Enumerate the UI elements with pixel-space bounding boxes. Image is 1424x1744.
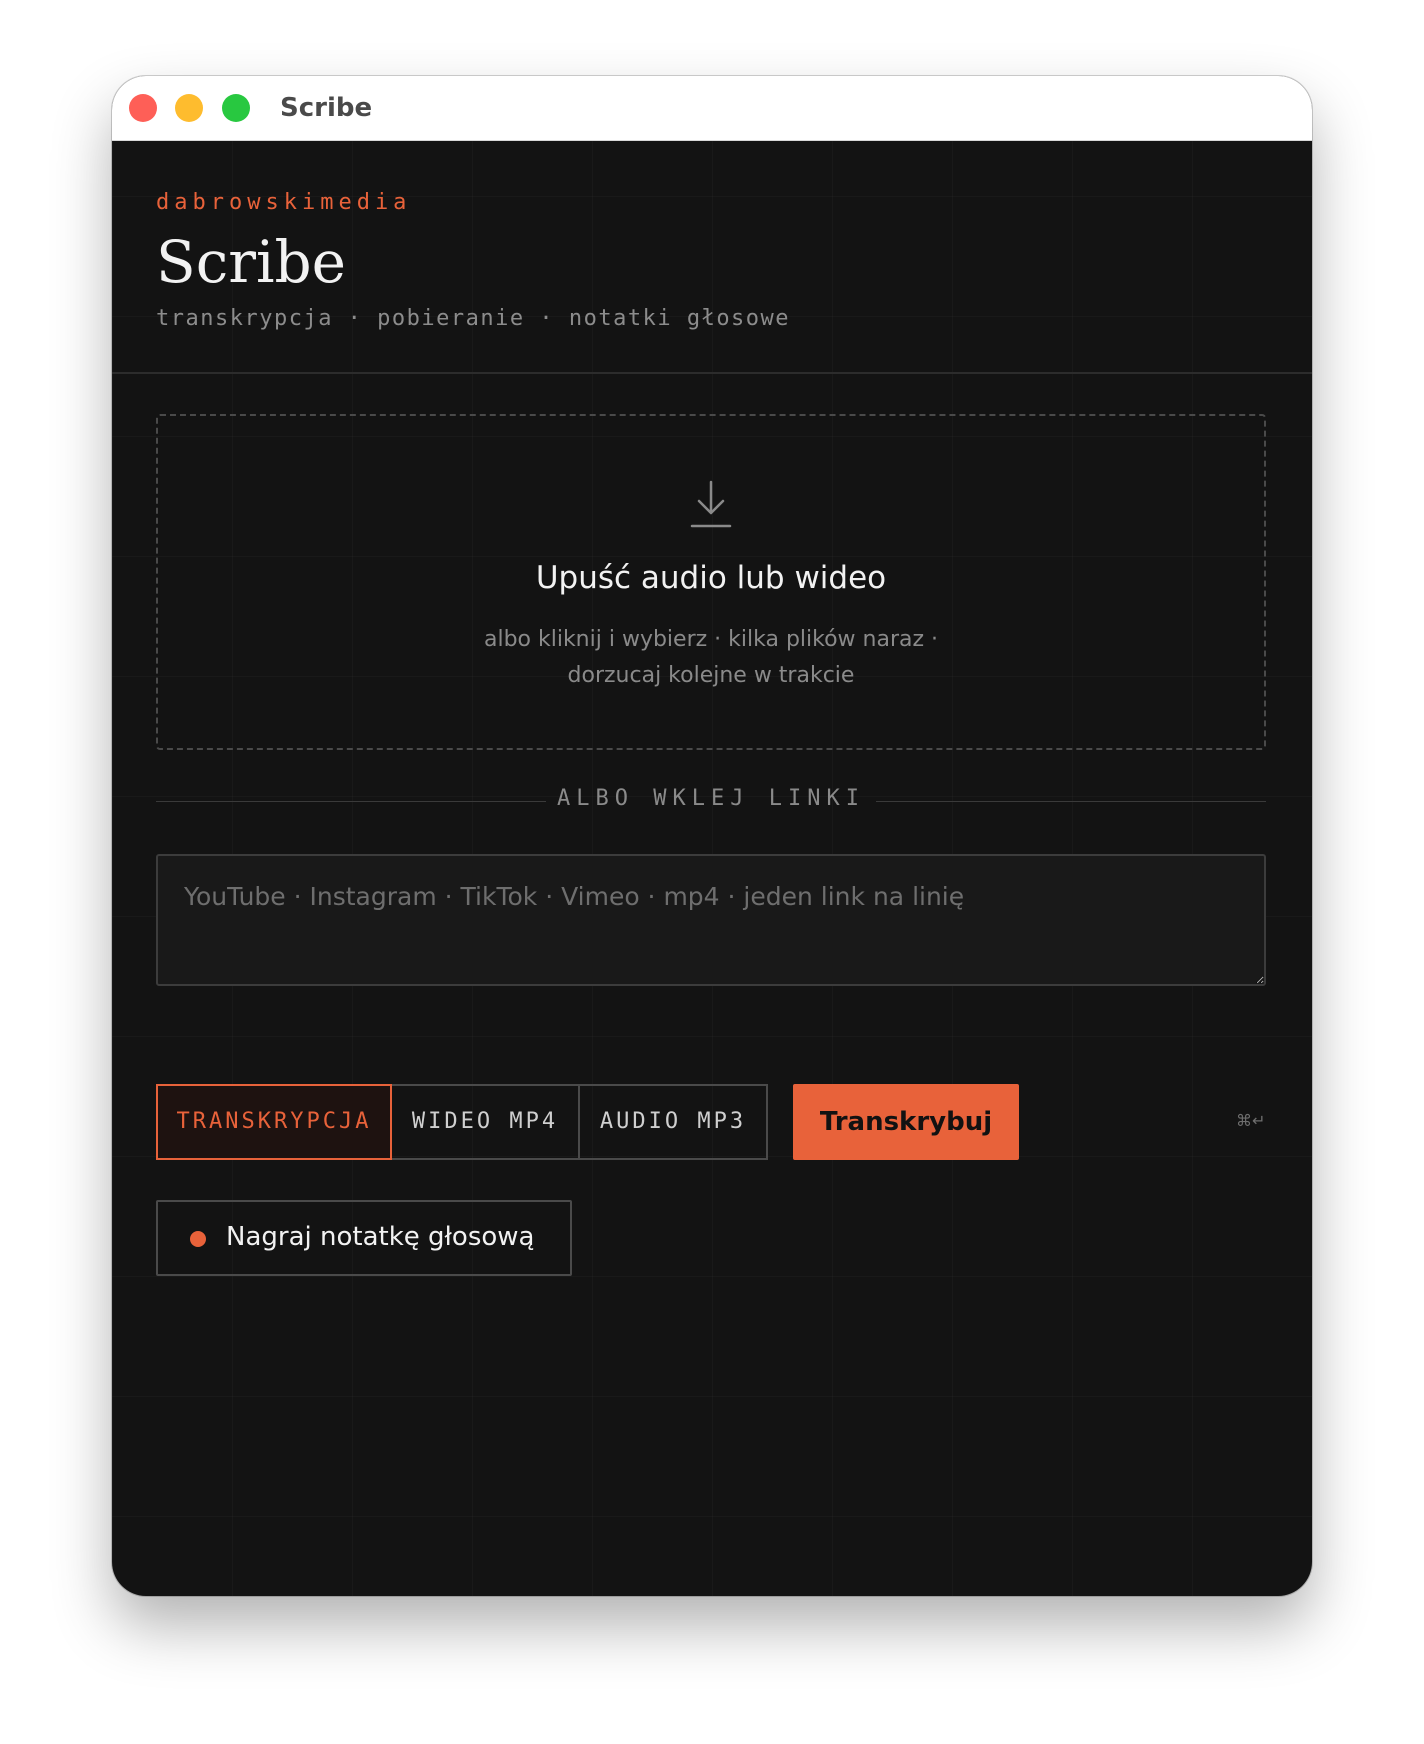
mode-audio-mp3-button[interactable]: AUDIO MP3 <box>578 1084 768 1160</box>
links-input[interactable] <box>156 854 1266 986</box>
keyboard-shortcut-hint: ⌘↵ <box>1236 1111 1266 1130</box>
window-title: Scribe <box>280 93 373 123</box>
app-window: Scribe dabrowskimedia Scribe transkrypcj… <box>112 76 1312 1596</box>
transcribe-button[interactable]: Transkrybuj <box>793 1084 1019 1160</box>
record-voice-note-button[interactable]: Nagraj notatkę głosową <box>156 1200 572 1276</box>
divider-line-left <box>156 801 546 802</box>
divider-label: ALBO WKLEJ LINKI <box>557 786 865 811</box>
file-dropzone[interactable]: Upuść audio lub wideo albo kliknij i wyb… <box>156 414 1266 750</box>
dropzone-subtitle: albo kliknij i wybierz · kilka plików na… <box>158 622 1264 694</box>
brand-label: dabrowskimedia <box>156 190 412 215</box>
mode-video-mp4-button[interactable]: WIDEO MP4 <box>390 1084 580 1160</box>
dropzone-title: Upuść audio lub wideo <box>535 560 887 596</box>
app-header: dabrowskimedia Scribe transkrypcja · pob… <box>112 140 1312 374</box>
close-window-button[interactable] <box>129 94 157 122</box>
divider-line-right <box>876 801 1266 802</box>
mode-transcription-button[interactable]: TRANSKRYPCJA <box>156 1084 392 1160</box>
minimize-window-button[interactable] <box>175 94 203 122</box>
dropzone-subtitle-line: albo kliknij i wybierz · kilka plików na… <box>483 627 939 652</box>
download-arrow-icon <box>690 480 732 528</box>
tagline: transkrypcja · pobieranie · notatki głos… <box>156 306 791 331</box>
app-name: Scribe <box>156 228 346 296</box>
maximize-window-button[interactable] <box>222 94 250 122</box>
dropzone-subtitle-line: dorzucaj kolejne w trakcie <box>567 663 855 688</box>
title-bar: Scribe <box>112 76 1312 141</box>
record-dot-icon <box>190 1231 206 1247</box>
or-paste-links-divider: ALBO WKLEJ LINKI <box>156 786 1266 816</box>
record-voice-note-label: Nagraj notatkę głosową <box>226 1222 535 1252</box>
